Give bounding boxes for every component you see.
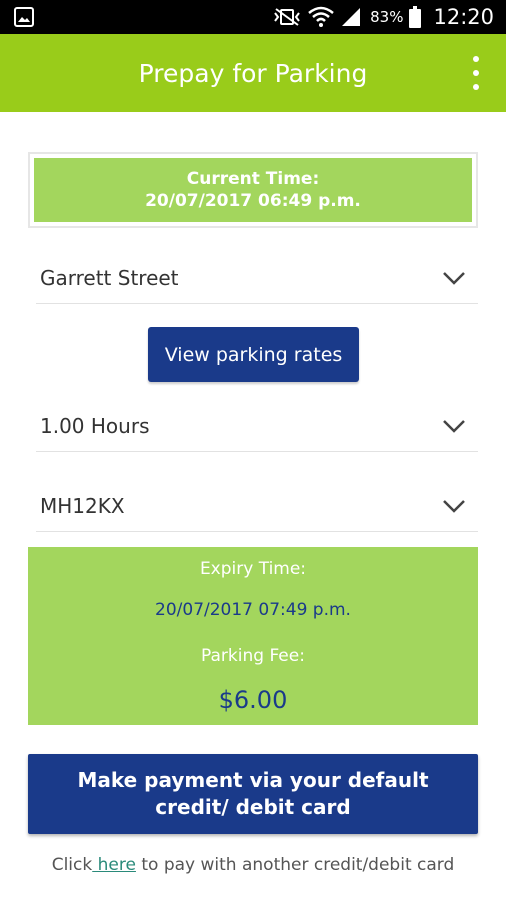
make-payment-button[interactable]: Make payment via your default credit/ de…: [28, 754, 478, 834]
alt-payment-prefix: Click: [51, 855, 93, 875]
chevron-down-icon: [443, 420, 465, 433]
street-dropdown[interactable]: Garrett Street: [36, 253, 478, 304]
app-header: Prepay for Parking: [0, 34, 506, 112]
mute-vibrate-icon: [274, 8, 300, 26]
current-time-value: 20/07/2017 06:49 p.m.: [145, 191, 361, 211]
page-title: Prepay for Parking: [138, 58, 368, 88]
status-bar: 83% 12:20: [0, 0, 506, 34]
duration-dropdown[interactable]: 1.00 Hours: [36, 401, 478, 452]
chevron-down-icon: [443, 272, 465, 285]
plate-value: MH12KX: [40, 494, 125, 518]
alt-payment-suffix: to pay with another credit/debit card: [135, 855, 455, 875]
chevron-down-icon: [443, 500, 465, 513]
expiry-time-label: Expiry Time:: [199, 559, 307, 579]
parking-fee-value: $6.00: [218, 686, 288, 714]
expiry-time-value: 20/07/2017 07:49 p.m.: [155, 600, 351, 620]
gallery-icon: [14, 7, 34, 27]
battery-icon: [409, 6, 422, 28]
street-value: Garrett Street: [40, 266, 179, 290]
alt-payment-here-link[interactable]: here: [92, 855, 136, 875]
duration-value: 1.00 Hours: [40, 414, 150, 438]
current-time-label: Current Time:: [186, 169, 320, 189]
alternate-payment-text: Click here to pay with another credit/de…: [0, 855, 506, 875]
battery-percentage: 83%: [370, 8, 404, 26]
current-time-card: Current Time: 20/07/2017 06:49 p.m.: [28, 152, 478, 228]
expiry-panel: Expiry Time: 20/07/2017 07:49 p.m. Parki…: [28, 547, 478, 725]
view-parking-rates-button[interactable]: View parking rates: [148, 327, 359, 382]
vehicle-plate-dropdown[interactable]: MH12KX: [36, 481, 478, 532]
parking-fee-label: Parking Fee:: [201, 646, 305, 666]
status-clock: 12:20: [433, 5, 494, 29]
overflow-menu-icon[interactable]: [470, 56, 482, 90]
make-payment-label: Make payment via your default credit/ de…: [77, 768, 429, 819]
signal-icon: [342, 8, 361, 26]
wifi-icon: [308, 6, 334, 27]
